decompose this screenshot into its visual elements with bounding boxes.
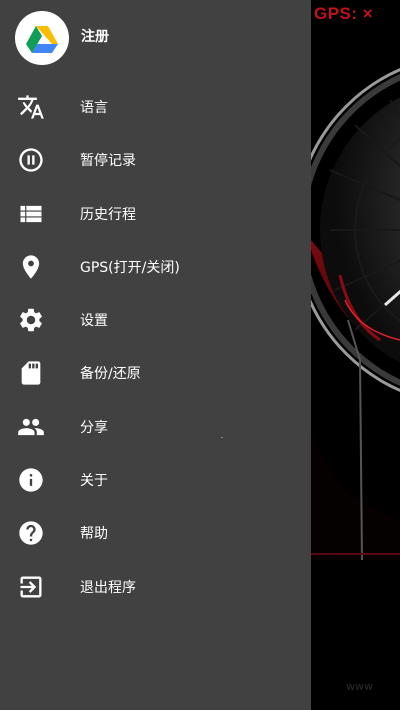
pause-circle-icon: [19, 148, 43, 172]
menu-item-label: 设置: [80, 313, 108, 330]
help-icon: [19, 521, 43, 546]
menu-item-settings[interactable]: 设置: [0, 293, 311, 346]
menu-item-share[interactable]: 分享: [0, 400, 311, 453]
menu-item-label: 分享: [80, 419, 108, 436]
menu-item-label: 暂停记录: [80, 153, 136, 170]
menu-item-label: GPS(打开/关闭): [80, 259, 180, 276]
menu-item-label: 退出程序: [80, 579, 136, 596]
info-icon: [19, 468, 43, 492]
google-drive-icon[interactable]: [15, 11, 69, 65]
menu-item-label: 语言: [80, 100, 108, 116]
translate-icon: [18, 95, 44, 119]
stray-pixel: [221, 437, 223, 438]
menu-item-exit[interactable]: 退出程序: [0, 560, 311, 613]
menu-item-pause-recording[interactable]: 暂停记录: [0, 133, 311, 186]
menu-item-help[interactable]: 帮助: [0, 506, 311, 559]
drawer-header[interactable]: 注册: [0, 0, 311, 80]
menu-item-gps-toggle[interactable]: GPS(打开/关闭): [0, 240, 311, 293]
gear-icon: [20, 308, 42, 332]
navigation-drawer: 注册 语言 暂停记录 历史行程 GPS(打开/关闭) 设置 备份/还原 分享 关…: [0, 0, 311, 710]
menu-item-about[interactable]: 关于: [0, 453, 311, 506]
menu-item-label: 帮助: [80, 526, 108, 543]
watermark-text: www: [346, 680, 373, 693]
menu-item-trip-history[interactable]: 历史行程: [0, 187, 311, 240]
menu-item-label: 关于: [80, 473, 108, 490]
menu-item-language[interactable]: 语言: [0, 80, 311, 133]
list-icon: [20, 205, 42, 222]
menu-item-label: 备份/还原: [80, 366, 141, 383]
menu-item-backup-restore[interactable]: 备份/还原: [0, 346, 311, 399]
people-icon: [18, 418, 44, 435]
register-link[interactable]: 注册: [81, 26, 109, 46]
exit-icon: [20, 576, 42, 598]
sd-card-icon: [21, 361, 41, 386]
drawer-menu: 语言 暂停记录 历史行程 GPS(打开/关闭) 设置 备份/还原 分享 关于 帮…: [0, 80, 311, 613]
location-pin-icon: [22, 255, 40, 279]
menu-item-label: 历史行程: [80, 206, 136, 223]
gps-status-indicator: GPS: ×: [314, 4, 374, 23]
